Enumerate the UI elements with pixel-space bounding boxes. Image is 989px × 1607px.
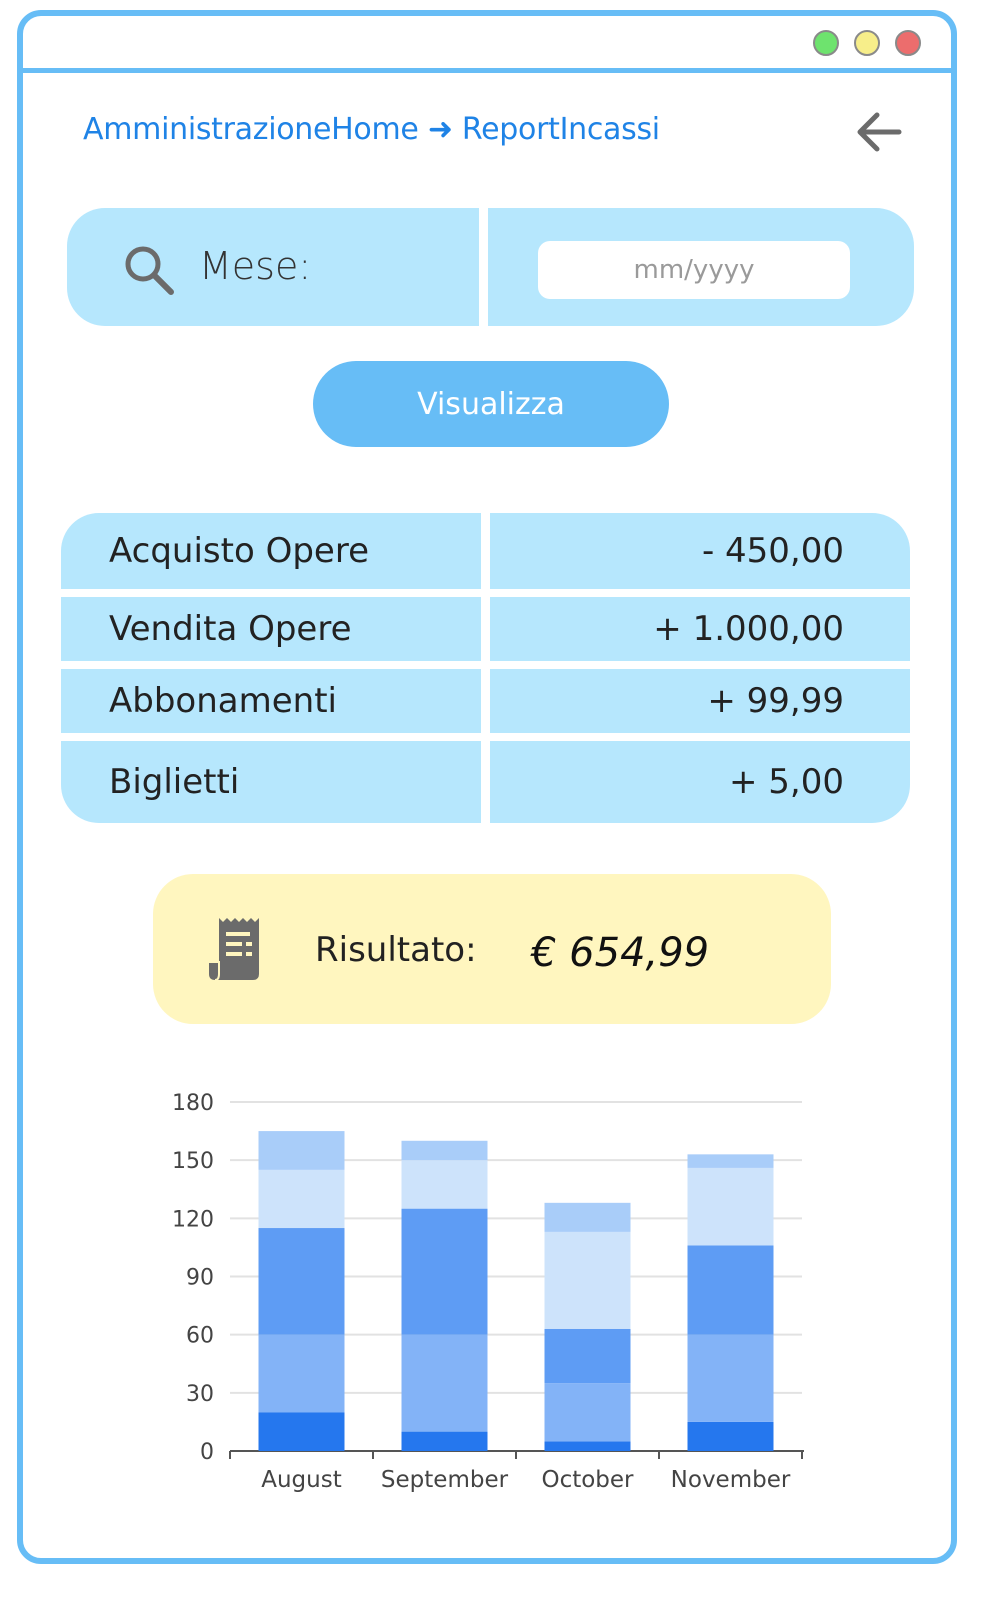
breadcrumb-arrow-icon: ➜	[427, 112, 453, 147]
y-tick-label: 0	[200, 1440, 214, 1465]
bar-segment	[687, 1421, 774, 1451]
titlebar-divider	[23, 68, 951, 73]
bar-segment	[401, 1140, 488, 1161]
bar-segment	[401, 1208, 488, 1335]
search-icon	[125, 246, 174, 295]
monthly-income-chart: 0 30 60 90 120 150 180 August September October No…	[172, 1091, 804, 1493]
bar-segment	[401, 1431, 488, 1451]
report-row-label-text: Biglietti	[109, 762, 240, 802]
breadcrumb: AmministrazioneHome ➜ ReportIncassi	[83, 112, 660, 147]
month-filter-input-panel	[488, 208, 914, 326]
breadcrumb-home-link[interactable]: AmministrazioneHome	[83, 112, 419, 147]
bar-segment	[258, 1131, 345, 1170]
minimize-window-button[interactable]	[854, 30, 880, 56]
bar-segment	[544, 1202, 631, 1232]
report-row-label-text: Acquisto Opere	[109, 531, 369, 571]
bar-segment	[258, 1169, 345, 1229]
report-row-label: Abbonamenti	[61, 669, 481, 733]
x-tick-label: August	[261, 1467, 342, 1493]
bar-segment	[544, 1231, 631, 1329]
x-tick-label: September	[381, 1467, 509, 1493]
bar-segment	[687, 1334, 774, 1422]
bar-segment	[544, 1328, 631, 1384]
report-row-label-text: Abbonamenti	[109, 681, 337, 721]
bar-segment	[258, 1228, 345, 1335]
month-filter-label-panel: Mese:	[67, 208, 479, 326]
y-tick-label: 120	[172, 1207, 214, 1232]
bar-segment	[401, 1160, 488, 1209]
report-row-label-text: Vendita Opere	[109, 609, 352, 649]
maximize-window-button[interactable]	[813, 30, 839, 56]
report-row-value: - 450,00	[490, 513, 910, 589]
y-tick-label: 60	[186, 1324, 214, 1349]
show-report-button[interactable]: Visualizza	[313, 361, 669, 447]
report-row-label: Acquisto Opere	[61, 513, 481, 589]
y-tick-label: 180	[172, 1091, 214, 1116]
report-row-value: + 99,99	[490, 669, 910, 733]
y-tick-label: 30	[186, 1382, 214, 1407]
report-row-label: Vendita Opere	[61, 597, 481, 661]
report-row-value: + 1.000,00	[490, 597, 910, 661]
bar-segment	[401, 1334, 488, 1432]
x-tick-label: November	[671, 1467, 791, 1493]
close-window-button[interactable]	[895, 30, 921, 56]
result-panel: Risultato: € 654,99	[153, 874, 831, 1024]
bar-segment	[544, 1441, 631, 1451]
result-value: € 654,99	[531, 930, 710, 976]
report-row-value-text: + 99,99	[707, 681, 844, 721]
receipt-icon	[209, 918, 259, 981]
y-tick-label: 150	[172, 1149, 214, 1174]
report-row-label: Biglietti	[61, 741, 481, 823]
bar-segment	[258, 1334, 345, 1413]
report-row-value-text: - 450,00	[701, 531, 844, 571]
report-row-value: + 5,00	[490, 741, 910, 823]
bar-segment	[544, 1383, 631, 1442]
report-row-value-text: + 5,00	[729, 762, 844, 802]
month-label: Mese:	[199, 244, 312, 288]
bar-segment	[687, 1167, 774, 1246]
bar-segment	[258, 1412, 345, 1451]
y-tick-label: 90	[186, 1266, 214, 1291]
back-arrow-icon[interactable]	[851, 104, 907, 160]
report-row-value-text: + 1.000,00	[653, 609, 844, 649]
result-label: Risultato:	[315, 930, 477, 970]
month-input[interactable]	[538, 241, 850, 299]
bar-segment	[687, 1154, 774, 1168]
x-tick-label: October	[541, 1467, 634, 1493]
breadcrumb-current: ReportIncassi	[461, 112, 660, 147]
bar-segment	[687, 1245, 774, 1335]
